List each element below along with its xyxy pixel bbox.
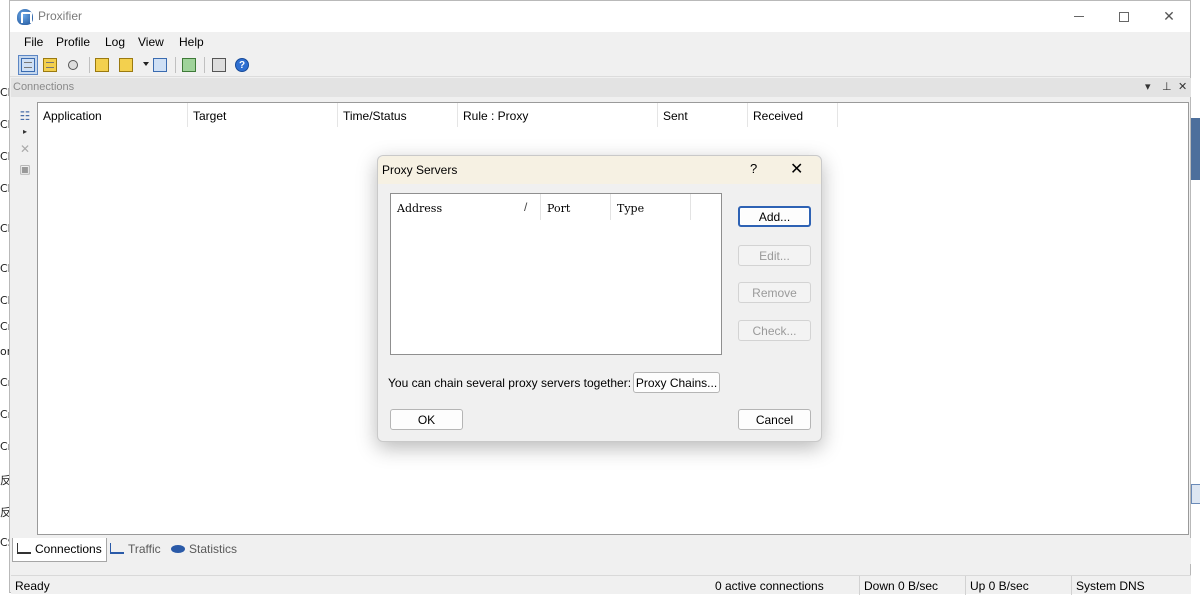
close-connection-icon[interactable]: ✕ [17, 142, 33, 156]
connections-tab-icon [17, 543, 31, 554]
minimize-icon [1074, 16, 1084, 17]
list-column-type[interactable]: Type [611, 194, 691, 220]
status-bar: Ready 0 active connections Down 0 B/sec … [11, 575, 1191, 595]
list-column-address[interactable]: Address [391, 194, 541, 220]
chain-description: You can chain several proxy servers toge… [388, 376, 632, 390]
status-download-rate: Down 0 B/sec [859, 576, 965, 595]
table-header: Application Target Time/Status Rule : Pr… [38, 103, 1188, 127]
toolbar: ? [10, 53, 1190, 77]
background-window-right [1190, 0, 1200, 600]
panel-menu-icon[interactable]: ▾ [1145, 80, 1151, 93]
dialog-help-button[interactable]: ? [750, 161, 757, 176]
menu-help[interactable]: Help [179, 35, 204, 49]
menu-file[interactable]: File [24, 35, 43, 49]
list-column-port[interactable]: Port [541, 194, 611, 220]
settings-icon[interactable]: ▣ [17, 162, 33, 176]
save-icon [153, 58, 167, 72]
edit-proxy-button[interactable]: Edit... [738, 245, 811, 266]
column-target[interactable]: Target [188, 103, 338, 127]
open-profile-button[interactable] [116, 55, 136, 75]
close-icon: ✕ [1163, 8, 1175, 25]
proxy-servers-button[interactable] [179, 55, 199, 75]
maximize-icon [1119, 11, 1129, 22]
status-ready: Ready [15, 579, 50, 593]
column-rule-proxy[interactable]: Rule : Proxy [458, 103, 658, 127]
tab-statistics[interactable]: Statistics [167, 538, 241, 562]
open-profile-dropdown-icon[interactable] [143, 62, 149, 66]
panel-pin-icon[interactable]: ⊥ [1162, 80, 1172, 93]
status-active-connections: 0 active connections [715, 579, 824, 593]
dialog-close-button[interactable]: ✕ [790, 159, 803, 178]
new-profile-button[interactable] [92, 55, 112, 75]
proxy-servers-dialog: Proxy Servers ? ✕ Address / Port Type Ad… [377, 155, 822, 442]
menu-view[interactable]: View [138, 35, 164, 49]
title-bar: Proxifier ✕ [10, 1, 1190, 32]
ok-button[interactable]: OK [390, 409, 463, 430]
panel-close-icon[interactable]: ✕ [1178, 80, 1187, 93]
check-proxy-button[interactable]: Check... [738, 320, 811, 341]
menu-log[interactable]: Log [105, 35, 125, 49]
connections-view-button[interactable] [18, 55, 38, 75]
background-window-left: Ch Ch Ch Ch Ch Ch Ch Cr or Cr Cr Cr 反 反 … [0, 0, 9, 600]
traffic-tab-icon [110, 543, 124, 554]
view-tabs: Connections Traffic Statistics [11, 538, 1191, 564]
maximize-button[interactable] [1101, 1, 1147, 32]
save-profile-button[interactable] [150, 55, 170, 75]
list-column-address-label: Address [397, 202, 443, 215]
statistics-tab-icon [171, 545, 185, 553]
connections-panel-header: Connections ▾ ⊥ ✕ [11, 78, 1191, 97]
magnifier-icon [68, 60, 78, 70]
print-button[interactable] [209, 55, 229, 75]
printer-icon [212, 58, 226, 72]
menu-bar: File Profile Log View Help [10, 32, 1190, 53]
column-sent[interactable]: Sent [658, 103, 748, 127]
dialog-title-bar: Proxy Servers ? ✕ [378, 156, 821, 184]
help-icon: ? [235, 58, 249, 72]
expand-arrow-icon[interactable]: ▸ [17, 125, 33, 139]
new-profile-icon [95, 58, 109, 72]
column-time-status[interactable]: Time/Status [338, 103, 458, 127]
window-title: Proxifier [38, 9, 83, 23]
status-upload-rate: Up 0 B/sec [965, 576, 1071, 595]
proxy-servers-icon [182, 58, 196, 72]
log-icon [43, 58, 57, 72]
minimize-button[interactable] [1056, 1, 1102, 32]
proxifier-app-icon [17, 9, 33, 25]
proxy-server-list[interactable]: Address / Port Type [390, 193, 722, 355]
help-button[interactable]: ? [232, 55, 252, 75]
tab-traffic-label: Traffic [128, 542, 161, 556]
add-proxy-button[interactable]: Add... [738, 206, 811, 227]
column-application[interactable]: Application [38, 103, 188, 127]
close-window-button[interactable]: ✕ [1146, 1, 1192, 32]
dialog-title: Proxy Servers [382, 163, 458, 177]
traffic-view-button[interactable] [63, 55, 83, 75]
remove-proxy-button[interactable]: Remove [738, 282, 811, 303]
list-view-icon[interactable]: ☷ [17, 109, 33, 123]
connections-view-icon [21, 58, 35, 72]
sort-indicator-icon: / [524, 200, 528, 214]
tab-connections-label: Connections [35, 542, 102, 556]
connections-side-toolbar: ☷ ▸ ✕ ▣ [11, 98, 37, 536]
column-received[interactable]: Received [748, 103, 838, 127]
folder-icon [119, 58, 133, 72]
tab-traffic[interactable]: Traffic [106, 538, 165, 562]
log-view-button[interactable] [40, 55, 60, 75]
status-dns: System DNS [1071, 576, 1191, 595]
proxy-chains-button[interactable]: Proxy Chains... [633, 372, 720, 393]
cancel-button[interactable]: Cancel [738, 409, 811, 430]
tab-connections[interactable]: Connections [12, 538, 107, 562]
panel-title: Connections [13, 81, 75, 93]
menu-profile[interactable]: Profile [56, 35, 90, 49]
tab-statistics-label: Statistics [189, 542, 238, 556]
